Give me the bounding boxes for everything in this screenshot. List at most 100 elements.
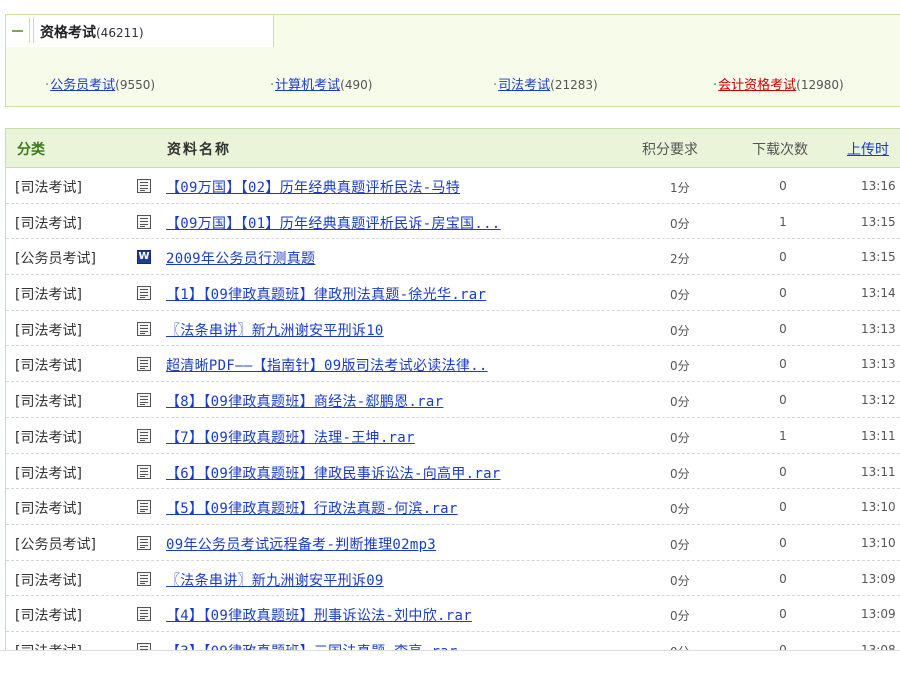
row-upload-time: 13:08	[861, 642, 896, 650]
rar-file-icon	[137, 607, 151, 622]
category-panel: 资格考试(46211) ·公务员考试(9550) ·计算机考试(490) ·司法…	[5, 14, 900, 107]
table-row: [司法考试] 【6】【09律政真题班】律政民事诉讼法-向高甲.rar 0分 0 13:1…	[6, 454, 900, 490]
row-title-link[interactable]: 〖法条串讲〗新九洲谢安平刑诉10	[166, 320, 384, 340]
rar-file-icon	[137, 428, 151, 443]
row-downloads: 0	[779, 571, 787, 586]
rar-file-icon	[137, 500, 151, 515]
row-title-link[interactable]: 【5】【09律政真题班】行政法真题-何滨.rar	[166, 498, 458, 518]
row-points: 0分	[670, 502, 690, 517]
bullet-dot: ·	[713, 78, 718, 93]
row-downloads: 0	[779, 535, 787, 550]
row-downloads: 0	[779, 393, 787, 408]
row-category: [公务员考试]	[15, 251, 96, 268]
row-points: 1分	[670, 181, 690, 195]
row-upload-time: 13:15	[861, 250, 896, 265]
bullet-dot: ·	[45, 78, 50, 93]
row-downloads: 0	[779, 286, 787, 301]
rar-file-icon	[137, 393, 151, 408]
category-header: 资格考试(46211)	[6, 15, 274, 47]
table-row: [公务员考试] 09年公务员考试远程备考-判断推理02mp3 0分 0 13:10	[6, 525, 900, 561]
rar-file-icon	[137, 357, 151, 372]
row-downloads: 0	[779, 500, 787, 515]
row-points: 0分	[670, 288, 690, 303]
subcategory-count: (490)	[340, 78, 373, 92]
row-category: [司法考试]	[15, 180, 82, 196]
row-title-link[interactable]: 〖法条串讲〗新九洲谢安平刑诉09	[166, 570, 384, 590]
column-header-name: 资料名称	[167, 142, 231, 158]
list-rows: [司法考试] 【09万国】【02】历年经典真题评析民法-马特 1分 0 13:16 [司法…	[6, 168, 900, 650]
subcategory-count: (21283)	[550, 78, 598, 92]
table-row: [司法考试] 【09万国】【02】历年经典真题评析民法-马特 1分 0 13:16	[6, 168, 900, 204]
subcategory-computer-link[interactable]: 计算机考试	[275, 78, 340, 93]
table-row: [司法考试] 【8】【09律政真题班】商经法-郄鹏恩.rar 0分 0 13:12	[6, 382, 900, 418]
row-upload-time: 13:16	[861, 179, 896, 193]
row-category: [司法考试]	[15, 358, 82, 375]
subcategory-computer[interactable]: ·计算机考试(490)	[270, 74, 372, 93]
row-points: 0分	[670, 359, 690, 374]
row-title-link[interactable]: 【8】【09律政真题班】商经法-郄鹏恩.rar	[166, 391, 443, 411]
row-title-link[interactable]: 【09万国】【01】历年经典真题评析民诉-房宝国...	[166, 213, 501, 233]
table-row: [司法考试] 【1】【09律政真题班】律政刑法真题-徐光华.rar 0分 0 13:14	[6, 275, 900, 311]
row-points: 0分	[670, 609, 690, 624]
subcategory-accounting-link[interactable]: 会计资格考试	[718, 78, 796, 93]
row-downloads: 0	[779, 464, 787, 479]
row-category: [司法考试]	[15, 572, 82, 589]
column-header-downloads: 下载次数	[752, 142, 808, 158]
row-points: 0分	[670, 537, 690, 552]
collapse-icon[interactable]	[12, 30, 23, 32]
category-title: 资格考试(46211)	[40, 22, 144, 42]
row-title-link[interactable]: 【3】【09律政真题班】三国法真题-李亮.rar	[166, 641, 458, 650]
row-upload-time: 13:09	[861, 571, 896, 586]
subcategory-count: (12980)	[796, 78, 844, 92]
rar-file-icon	[137, 321, 151, 336]
resource-list: 分类 资料名称 积分要求 下载次数 上传时 [司法考试] 【09万国】【02】历年…	[5, 128, 900, 650]
row-downloads: 0	[779, 179, 787, 193]
row-downloads: 0	[779, 321, 787, 336]
row-upload-time: 13:14	[861, 286, 896, 301]
subcategory-count: (9550)	[115, 78, 156, 92]
subcategory-judicial[interactable]: ·司法考试(21283)	[493, 74, 598, 93]
table-row: [司法考试] 【7】【09律政真题班】法理-王坤.rar 0分 1 13:11	[6, 418, 900, 454]
row-upload-time: 13:10	[861, 535, 896, 550]
subcategory-civil-service-link[interactable]: 公务员考试	[50, 78, 115, 93]
row-title-link[interactable]: 09年公务员考试远程备考-判断推理02mp3	[166, 534, 436, 554]
row-title-link[interactable]: 【6】【09律政真题班】律政民事诉讼法-向高甲.rar	[166, 463, 501, 483]
table-row: [司法考试] 超清晰PDF——【指南针】09版司法考试必读法律.. 0分 0 13:13	[6, 346, 900, 383]
row-title-link[interactable]: 【7】【09律政真题班】法理-王坤.rar	[166, 427, 415, 447]
row-upload-time: 13:10	[861, 500, 896, 515]
column-header-category: 分类	[17, 142, 45, 158]
subcategory-judicial-link[interactable]: 司法考试	[498, 78, 550, 93]
row-title-link[interactable]: 【09万国】【02】历年经典真题评析民法-马特	[166, 177, 460, 197]
row-downloads: 0	[779, 607, 787, 622]
rar-file-icon	[137, 642, 151, 650]
subcategory-accounting[interactable]: ·会计资格考试(12980)	[713, 74, 844, 93]
bullet-dot: ·	[270, 78, 275, 93]
divider	[29, 18, 34, 43]
rar-file-icon	[137, 286, 151, 301]
row-downloads: 1	[779, 428, 787, 443]
row-title-link[interactable]: 【4】【09律政真题班】刑事诉讼法-刘中欣.rar	[166, 605, 472, 625]
subcategory-civil-service[interactable]: ·公务员考试(9550)	[45, 74, 155, 93]
table-row: [司法考试] 〖法条串讲〗新九洲谢安平刑诉09 0分 0 13:09	[6, 561, 900, 597]
row-downloads: 0	[779, 642, 787, 650]
column-header-upload-time[interactable]: 上传时	[847, 139, 889, 159]
row-title-link[interactable]: 2009年公务员行测真题	[166, 248, 315, 268]
row-title-link[interactable]: 超清晰PDF——【指南针】09版司法考试必读法律..	[166, 355, 488, 375]
rar-file-icon	[137, 535, 151, 550]
row-category: [司法考试]	[15, 465, 82, 482]
table-row: [司法考试] 【09万国】【01】历年经典真题评析民诉-房宝国... 0分 1 13:1…	[6, 204, 900, 240]
row-title-link[interactable]: 【1】【09律政真题班】律政刑法真题-徐光华.rar	[166, 284, 486, 304]
row-downloads: 1	[779, 214, 787, 229]
row-category: [司法考试]	[15, 215, 82, 232]
rar-file-icon	[137, 179, 151, 193]
row-points: 0分	[670, 395, 690, 410]
row-category: [司法考试]	[15, 608, 82, 625]
row-downloads: 0	[779, 250, 787, 265]
row-category: [公务员考试]	[15, 536, 96, 553]
row-category: [司法考试]	[15, 429, 82, 446]
table-row: [司法考试] 【5】【09律政真题班】行政法真题-何滨.rar 0分 0 13:10	[6, 489, 900, 525]
column-header-points: 积分要求	[642, 142, 698, 158]
row-downloads: 0	[779, 357, 787, 372]
row-upload-time: 13:13	[861, 357, 896, 372]
row-upload-time: 13:09	[861, 607, 896, 622]
